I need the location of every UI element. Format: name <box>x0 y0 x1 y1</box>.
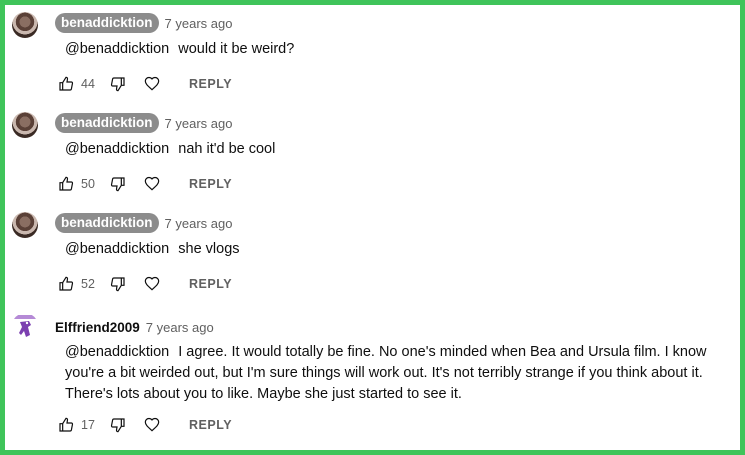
comment-timestamp[interactable]: 7 years ago <box>165 216 233 231</box>
thumb-up-icon[interactable] <box>57 175 75 193</box>
like-count: 44 <box>81 77 95 91</box>
comment-actions: 44 REPLY <box>57 73 232 95</box>
comment-timestamp[interactable]: 7 years ago <box>165 116 233 131</box>
comment-author[interactable]: Elffriend2009 <box>55 320 140 335</box>
comment-timestamp[interactable]: 7 years ago <box>146 320 214 335</box>
thumb-down-icon[interactable] <box>109 175 127 193</box>
mention-link[interactable]: @benaddicktion <box>65 41 169 57</box>
comment-text: @benaddicktion would it be weird? <box>65 39 735 60</box>
comment-body: she vlogs <box>178 241 240 257</box>
comment-author[interactable]: benaddicktion <box>55 13 159 33</box>
thumb-down-icon[interactable] <box>109 416 127 434</box>
mention-link[interactable]: @benaddicktion <box>65 141 169 157</box>
heart-icon[interactable] <box>143 75 161 93</box>
comment-actions: 52 REPLY <box>57 273 232 295</box>
reply-button[interactable]: REPLY <box>189 177 232 191</box>
thumb-up-icon[interactable] <box>57 275 75 293</box>
reply-button[interactable]: REPLY <box>189 418 232 432</box>
comment-author[interactable]: benaddicktion <box>55 213 159 233</box>
like-count: 52 <box>81 277 95 291</box>
comments-panel: benaddicktion 7 years ago @benaddicktion… <box>0 0 745 455</box>
thumb-down-icon[interactable] <box>109 75 127 93</box>
comment-timestamp[interactable]: 7 years ago <box>165 16 233 31</box>
heart-icon[interactable] <box>143 275 161 293</box>
comment-body: nah it'd be cool <box>178 141 276 157</box>
comment-actions: 50 REPLY <box>57 173 232 195</box>
thumb-up-icon[interactable] <box>57 416 75 434</box>
heart-icon[interactable] <box>143 175 161 193</box>
avatar[interactable] <box>12 212 38 238</box>
reply-button[interactable]: REPLY <box>189 77 232 91</box>
like-count: 17 <box>81 418 95 432</box>
heart-icon[interactable] <box>143 416 161 434</box>
comment-author[interactable]: benaddicktion <box>55 113 159 133</box>
comment-body: would it be weird? <box>178 41 295 57</box>
mention-link[interactable]: @benaddicktion <box>65 344 169 360</box>
like-count: 50 <box>81 177 95 191</box>
elf-avatar-image <box>14 315 36 337</box>
avatar[interactable] <box>12 112 38 138</box>
thumb-down-icon[interactable] <box>109 275 127 293</box>
comment-text: @benaddicktion I agree. It would totally… <box>65 342 735 405</box>
mention-link[interactable]: @benaddicktion <box>65 241 169 257</box>
thumb-up-icon[interactable] <box>57 75 75 93</box>
avatar[interactable] <box>12 313 38 339</box>
comment-text: @benaddicktion she vlogs <box>65 239 735 260</box>
comment-text: @benaddicktion nah it'd be cool <box>65 139 735 160</box>
reply-button[interactable]: REPLY <box>189 277 232 291</box>
comment-actions: 17 REPLY <box>57 414 232 436</box>
avatar[interactable] <box>12 12 38 38</box>
